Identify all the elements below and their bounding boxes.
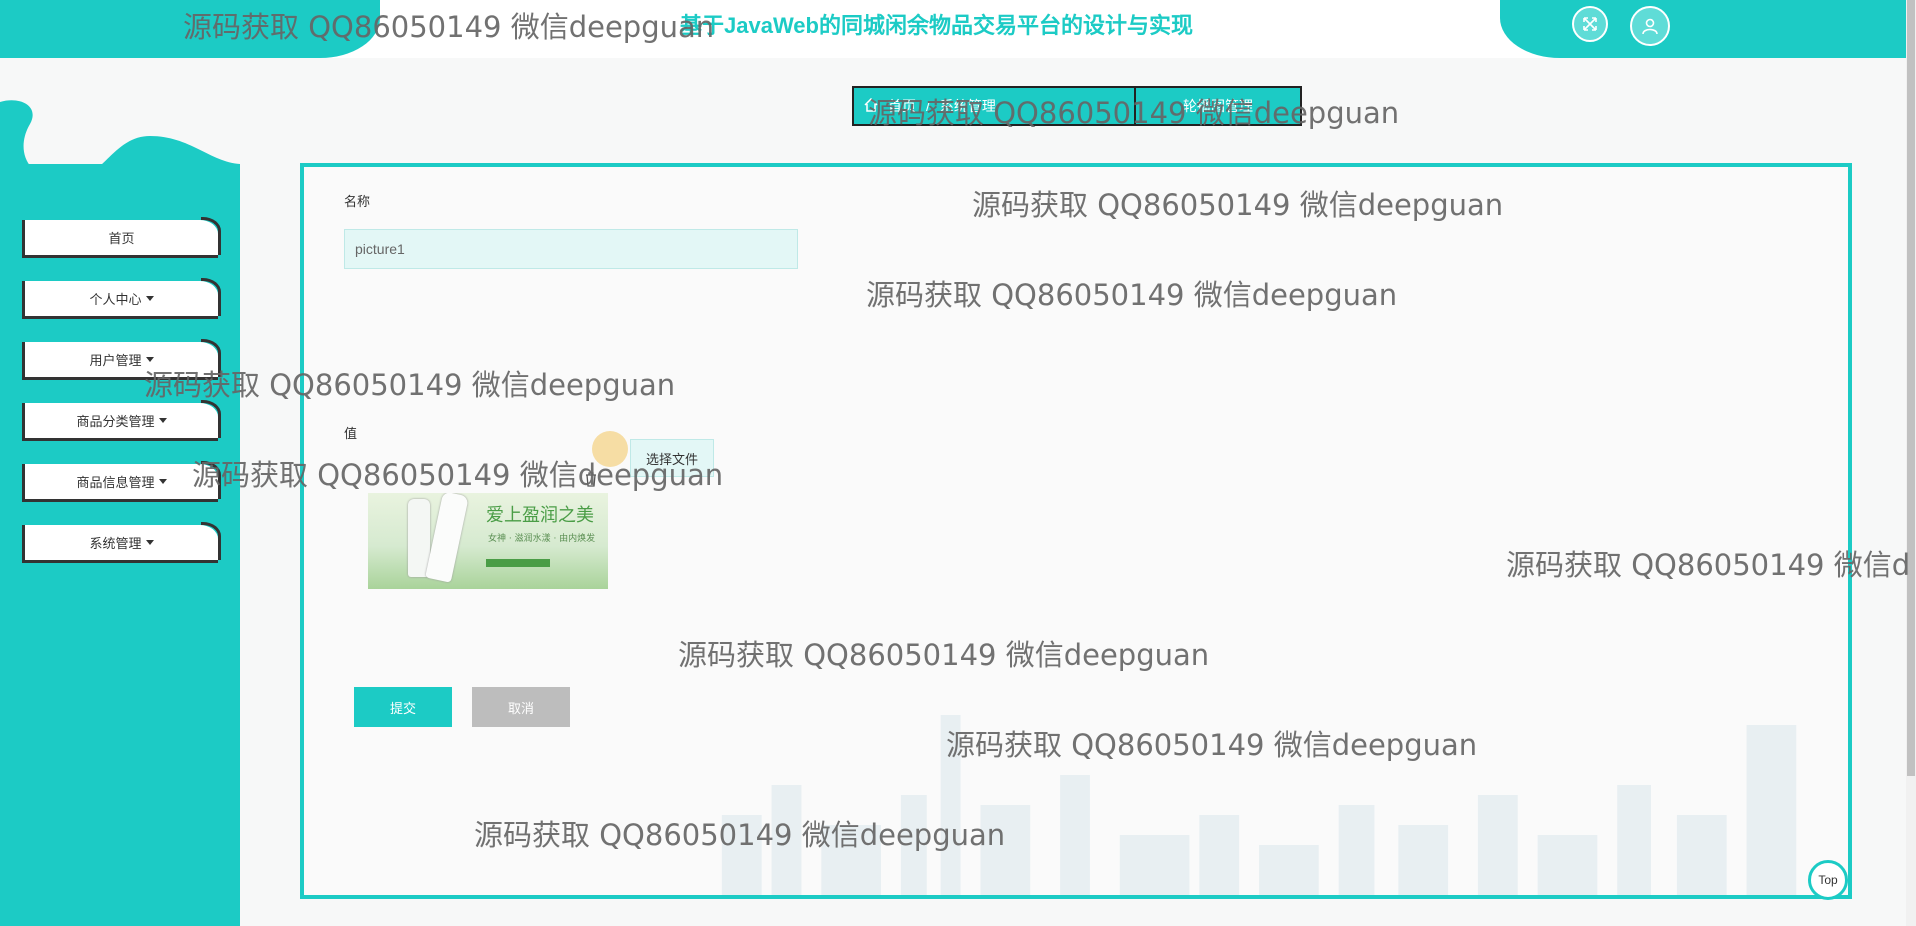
uploaded-image-preview: 爱上盈润之美 女神 · 滋润水漾 · 由内焕发 — [368, 493, 608, 589]
sidebar: 首页 个人中心 用户管理 商品分类管理 商品信息管理 系统管理 — [0, 164, 240, 926]
scrollbar-thumb[interactable] — [1907, 0, 1915, 776]
sidebar-item-label: 首页 — [108, 231, 135, 246]
caret-down-icon — [158, 479, 167, 484]
breadcrumb: 首页 / 系统管理 轮播图管理 — [852, 86, 1302, 126]
form-panel: 名称 值 选择文件 爱上盈润之美 女神 · 滋润水漾 · 由内焕发 提交 取消 — [300, 163, 1852, 899]
sidebar-item-label: 商品信息管理 — [76, 475, 155, 490]
header-decoration-left — [0, 0, 380, 58]
sidebar-item-label: 用户管理 — [89, 353, 142, 368]
image-tag-bar — [486, 559, 550, 567]
image-subtitle: 女神 · 滋润水漾 · 由内焕发 — [488, 534, 596, 544]
caret-down-icon — [145, 357, 154, 362]
caret-down-icon — [145, 296, 154, 301]
sidebar-item-system-management[interactable]: 系统管理 — [22, 522, 221, 563]
name-input[interactable] — [344, 229, 798, 269]
breadcrumb-system[interactable]: 系统管理 — [940, 96, 996, 116]
sidebar-item-user-management[interactable]: 用户管理 — [22, 339, 221, 380]
breadcrumb-separator: / — [926, 98, 930, 114]
home-icon[interactable] — [864, 97, 878, 115]
caret-down-icon — [145, 540, 154, 545]
sidebar-item-category-management[interactable]: 商品分类管理 — [22, 400, 221, 441]
breadcrumb-current: 轮播图管理 — [1134, 86, 1302, 126]
sidebar-item-product-management[interactable]: 商品信息管理 — [22, 461, 221, 502]
sidebar-item-label: 商品分类管理 — [76, 414, 155, 429]
page-scrollbar[interactable] — [1906, 0, 1916, 926]
sidebar-item-home[interactable]: 首页 — [22, 217, 221, 258]
product-bottle-graphic — [425, 493, 469, 583]
image-headline: 爱上盈润之美 — [486, 505, 594, 526]
sidebar-item-label: 个人中心 — [89, 292, 142, 307]
back-to-top-button[interactable]: Top — [1808, 860, 1848, 900]
choose-file-button[interactable]: 选择文件 — [630, 439, 714, 477]
site-title: 基于JavaWeb的同城闲余物品交易平台的设计与实现 — [680, 13, 1193, 38]
caret-down-icon — [158, 418, 167, 423]
sidebar-item-personal-center[interactable]: 个人中心 — [22, 278, 221, 319]
trash-icon[interactable] — [584, 471, 598, 487]
submit-button[interactable]: 提交 — [354, 687, 452, 727]
top-header: 基于JavaWeb的同城闲余物品交易平台的设计与实现 — [0, 0, 1906, 58]
fullscreen-icon[interactable] — [1572, 6, 1608, 42]
cursor-highlight — [592, 431, 628, 467]
sidebar-item-label: 系统管理 — [89, 536, 142, 551]
value-label: 值 — [344, 426, 358, 441]
name-label: 名称 — [344, 194, 371, 209]
breadcrumb-home[interactable]: 首页 — [888, 96, 916, 116]
cancel-button[interactable]: 取消 — [472, 687, 570, 727]
user-icon[interactable] — [1630, 6, 1670, 46]
header-decoration-right — [1500, 0, 1906, 58]
